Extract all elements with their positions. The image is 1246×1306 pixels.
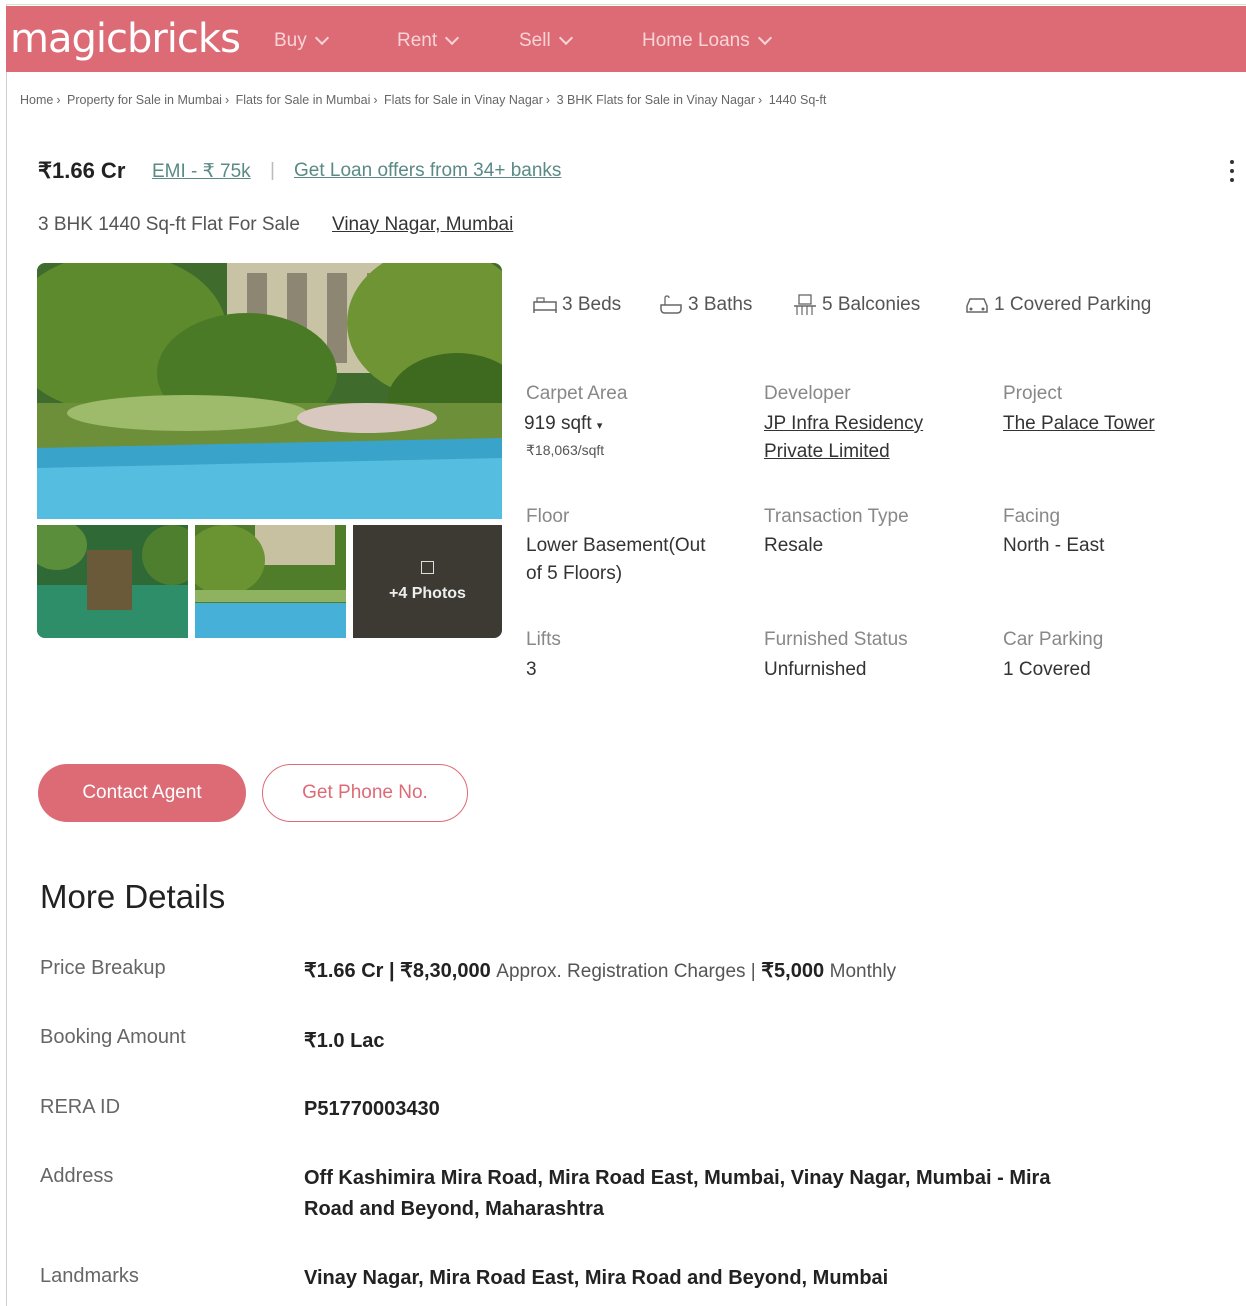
registration-charges-label: Approx. Registration Charges | (496, 961, 756, 982)
page-frame (6, 4, 1246, 1306)
photo-icon (421, 561, 434, 574)
nav-rent-label: Rent (397, 30, 438, 51)
price-breakup-value: ₹1.66 Cr | ₹8,30,000 Approx. Registratio… (304, 958, 896, 983)
breadcrumb-flats-mumbai[interactable]: Flats for Sale in Mumbai (236, 93, 371, 107)
furnished-status-value: Unfurnished (764, 659, 867, 680)
parking-icon (966, 298, 988, 313)
booking-amount-label: Booking Amount (40, 1026, 186, 1048)
get-phone-button[interactable]: Get Phone No. (262, 764, 468, 822)
price-breakup-label: Price Breakup (40, 957, 166, 979)
chevron-down-icon (757, 30, 772, 46)
maintenance-amount: ₹5,000 (761, 960, 825, 982)
floor-value-line2: of 5 Floors) (526, 563, 623, 584)
project-link[interactable]: The Palace Tower (1003, 410, 1155, 438)
chevron-down-icon (314, 30, 329, 46)
nav-rent[interactable]: Rent (397, 30, 460, 52)
nav-buy[interactable]: Buy (274, 30, 329, 52)
nav-buy-label: Buy (274, 30, 307, 51)
amenity-balconies: 5 Balconies (792, 294, 920, 316)
floor-label: Floor (526, 506, 570, 527)
gallery-thumbnail-1[interactable] (37, 525, 188, 638)
breadcrumb: Home › Property for Sale in Mumbai › Flats… (20, 93, 827, 107)
breadcrumb-3bhk-vinay-nagar[interactable]: 3 BHK Flats for Sale in Vinay Nagar (557, 93, 755, 107)
landmarks-label: Landmarks (40, 1265, 139, 1287)
rera-id-label: RERA ID (40, 1096, 121, 1118)
emi-link[interactable]: EMI - ₹ 75k (152, 160, 251, 183)
address-line2: Road and Beyond, Maharashtra (304, 1198, 605, 1220)
bed-icon (533, 297, 557, 313)
nav-sell[interactable]: Sell (519, 30, 573, 52)
listing-price: ₹1.66 Cr (38, 158, 126, 183)
main-photo[interactable] (37, 263, 502, 519)
carpet-area-value[interactable]: 919 sqft ▾ (524, 410, 602, 440)
bath-icon (660, 295, 682, 314)
breadcrumb-flats-vinay-nagar[interactable]: Flats for Sale in Vinay Nagar (384, 93, 543, 107)
nav-home-loans[interactable]: Home Loans (642, 30, 772, 52)
breadcrumb-property-mumbai[interactable]: Property for Sale in Mumbai (67, 93, 222, 107)
more-photos-label: +4 Photos (389, 585, 466, 602)
loan-offers-link[interactable]: Get Loan offers from 34+ banks (294, 160, 561, 182)
top-header: magicbricks Buy Rent Sell Home Loans (6, 6, 1246, 72)
facing-label: Facing (1003, 506, 1061, 527)
amenity-parking: 1 Covered Parking (964, 294, 1151, 316)
more-options-icon[interactable] (1230, 160, 1236, 187)
gallery-thumbnail-2[interactable] (195, 525, 346, 638)
landmarks-value: Vinay Nagar, Mira Road East, Mira Road a… (304, 1267, 889, 1289)
project-label: Project (1003, 383, 1063, 404)
lifts-label: Lifts (526, 629, 561, 650)
car-parking-label: Car Parking (1003, 629, 1104, 650)
amenity-beds: 3 Beds (532, 294, 621, 316)
nav-home-loans-label: Home Loans (642, 30, 750, 51)
amenity-beds-label: 3 Beds (562, 294, 622, 315)
lifts-value: 3 (526, 659, 537, 680)
breadcrumb-home[interactable]: Home (20, 93, 53, 107)
rera-id-value: P51770003430 (304, 1098, 440, 1120)
floor-value-line1: Lower Basement(Out (526, 535, 706, 556)
divider: | (270, 160, 275, 181)
developer-label: Developer (764, 383, 851, 404)
magicbricks-logo[interactable]: magicbricks (10, 16, 241, 62)
address-label: Address (40, 1165, 114, 1187)
address-line1: Off Kashimira Mira Road, Mira Road East,… (304, 1167, 1051, 1189)
furnished-status-label: Furnished Status (764, 629, 908, 650)
booking-amount-value: ₹1.0 Lac (304, 1030, 385, 1052)
transaction-type-value: Resale (764, 535, 824, 556)
car-parking-value: 1 Covered (1003, 659, 1091, 680)
developer-link-line2[interactable]: Private Limited (764, 438, 890, 466)
facing-value: North - East (1003, 535, 1105, 556)
balcony-icon (794, 294, 816, 315)
more-details-title: More Details (40, 878, 226, 915)
amenity-baths: 3 Baths (658, 294, 752, 316)
amenity-baths-label: 3 Baths (688, 294, 753, 315)
gallery-more-photos[interactable]: +4 Photos (353, 525, 502, 638)
price-per-sqft: ₹18,063/sqft (526, 442, 605, 458)
location-link[interactable]: Vinay Nagar, Mumbai (332, 214, 513, 236)
chevron-down-icon: ▾ (596, 420, 603, 432)
developer-link-line1[interactable]: JP Infra Residency (764, 410, 923, 438)
transaction-type-label: Transaction Type (764, 506, 909, 527)
maintenance-period: Monthly (829, 961, 897, 982)
chevron-down-icon (445, 30, 460, 46)
carpet-area-text: 919 sqft (524, 413, 592, 434)
nav-sell-label: Sell (519, 30, 551, 51)
amenity-balconies-label: 5 Balconies (822, 294, 921, 315)
listing-subtitle: 3 BHK 1440 Sq-ft Flat For Sale (38, 214, 300, 235)
price-breakup-price: ₹1.66 Cr | ₹8,30,000 (304, 960, 491, 982)
chevron-down-icon (558, 30, 573, 46)
contact-agent-button[interactable]: Contact Agent (38, 764, 246, 822)
amenity-parking-label: 1 Covered Parking (994, 294, 1152, 315)
carpet-area-label: Carpet Area (526, 383, 628, 404)
breadcrumb-current: 1440 Sq-ft (768, 93, 827, 107)
